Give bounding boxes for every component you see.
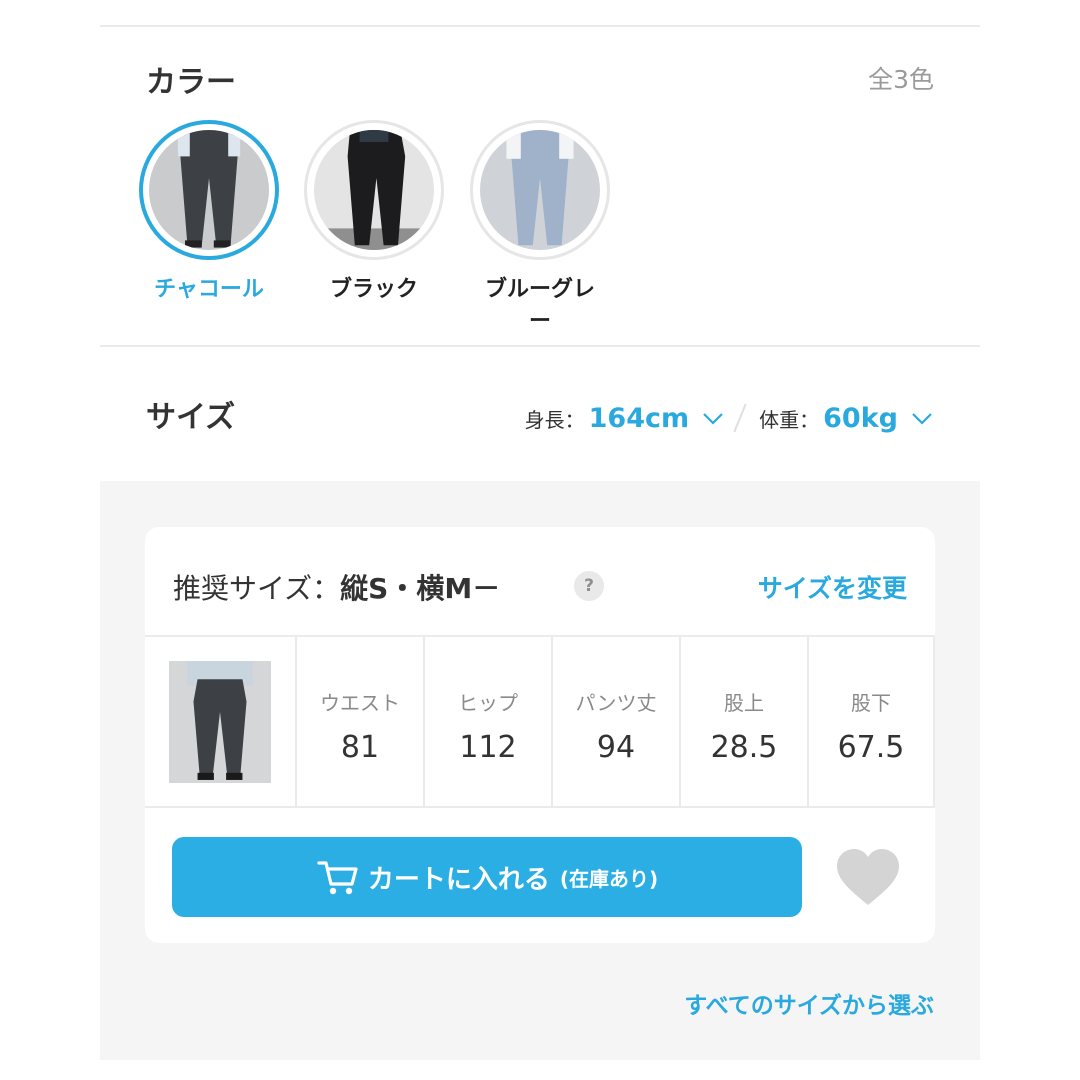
size-section-title: サイズ xyxy=(146,400,236,435)
measure-label: 股下 xyxy=(851,691,891,715)
section-divider xyxy=(100,345,980,347)
swatch-label: ブラック xyxy=(329,277,418,302)
measure-value: 112 xyxy=(459,730,517,765)
measure-length: パンツ丈 94 xyxy=(551,637,679,806)
help-icon[interactable]: ? xyxy=(574,571,604,601)
measure-value: 94 xyxy=(596,730,636,765)
recommended-size-prefix: 推奨サイズ： xyxy=(173,572,341,605)
top-divider xyxy=(100,25,980,27)
measure-label: ウエスト xyxy=(320,691,400,715)
separator xyxy=(733,403,747,433)
all-sizes-link[interactable]: すべてのサイズから選ぶ xyxy=(684,986,934,1020)
measure-rise: 股上 28.5 xyxy=(679,637,807,806)
swatch-photo-bluegray xyxy=(480,130,600,250)
swatch-photo-black xyxy=(314,130,434,250)
product-thumbnail xyxy=(169,660,271,783)
swatch-ring xyxy=(470,120,610,260)
add-to-cart-button[interactable]: カートに入れる (在庫あり) xyxy=(172,837,802,917)
color-swatch-bluegray[interactable]: ブルーグレー xyxy=(470,120,610,338)
swatch-ring xyxy=(304,120,444,260)
color-swatch-charcoal[interactable]: チャコール xyxy=(139,120,279,306)
weight-selector[interactable]: 60kg xyxy=(823,403,898,434)
measure-waist: ウエスト 81 xyxy=(295,637,423,806)
color-section-title: カラー xyxy=(146,65,236,100)
measure-hip: ヒップ 112 xyxy=(423,637,551,806)
measure-label: パンツ丈 xyxy=(575,691,657,715)
measure-inseam: 股下 67.5 xyxy=(807,637,935,806)
color-count: 全3色 xyxy=(868,65,934,94)
weight-label: 体重： xyxy=(759,407,820,432)
cart-button-label: カートに入れる xyxy=(367,864,550,895)
color-swatch-black[interactable]: ブラック xyxy=(304,120,444,306)
product-thumbnail-cell xyxy=(145,637,295,806)
heart-icon[interactable] xyxy=(835,847,901,907)
measure-value: 67.5 xyxy=(837,730,905,765)
chevron-down-icon[interactable] xyxy=(910,406,934,430)
swatch-photo-charcoal xyxy=(149,130,269,250)
swatch-ring xyxy=(139,120,279,260)
chevron-down-icon[interactable] xyxy=(701,406,725,430)
swatch-label: チャコール xyxy=(154,277,264,302)
recommended-size-value: 縦S・横M－ xyxy=(340,572,501,605)
height-label: 身長： xyxy=(524,407,585,432)
recommend-card: 推奨サイズ：縦S・横M－ ? サイズを変更 ウエスト 81 ヒップ 112 パン… xyxy=(145,527,935,943)
stock-status: (在庫あり) xyxy=(559,866,659,891)
change-size-link[interactable]: サイズを変更 xyxy=(758,569,907,605)
recommended-size: 推奨サイズ：縦S・横M－ xyxy=(173,567,500,607)
body-info: 身長： 164cm 体重： 60kg xyxy=(525,400,934,436)
measure-value: 28.5 xyxy=(710,730,778,765)
swatch-label: ブルーグレー xyxy=(484,277,595,334)
measure-label: 股上 xyxy=(724,691,764,715)
measure-value: 81 xyxy=(340,730,380,765)
size-table: ウエスト 81 ヒップ 112 パンツ丈 94 股上 28.5 股下 67.5 xyxy=(145,635,935,808)
height-selector[interactable]: 164cm xyxy=(589,403,690,434)
measure-label: ヒップ xyxy=(458,691,518,715)
cart-icon xyxy=(317,861,358,895)
